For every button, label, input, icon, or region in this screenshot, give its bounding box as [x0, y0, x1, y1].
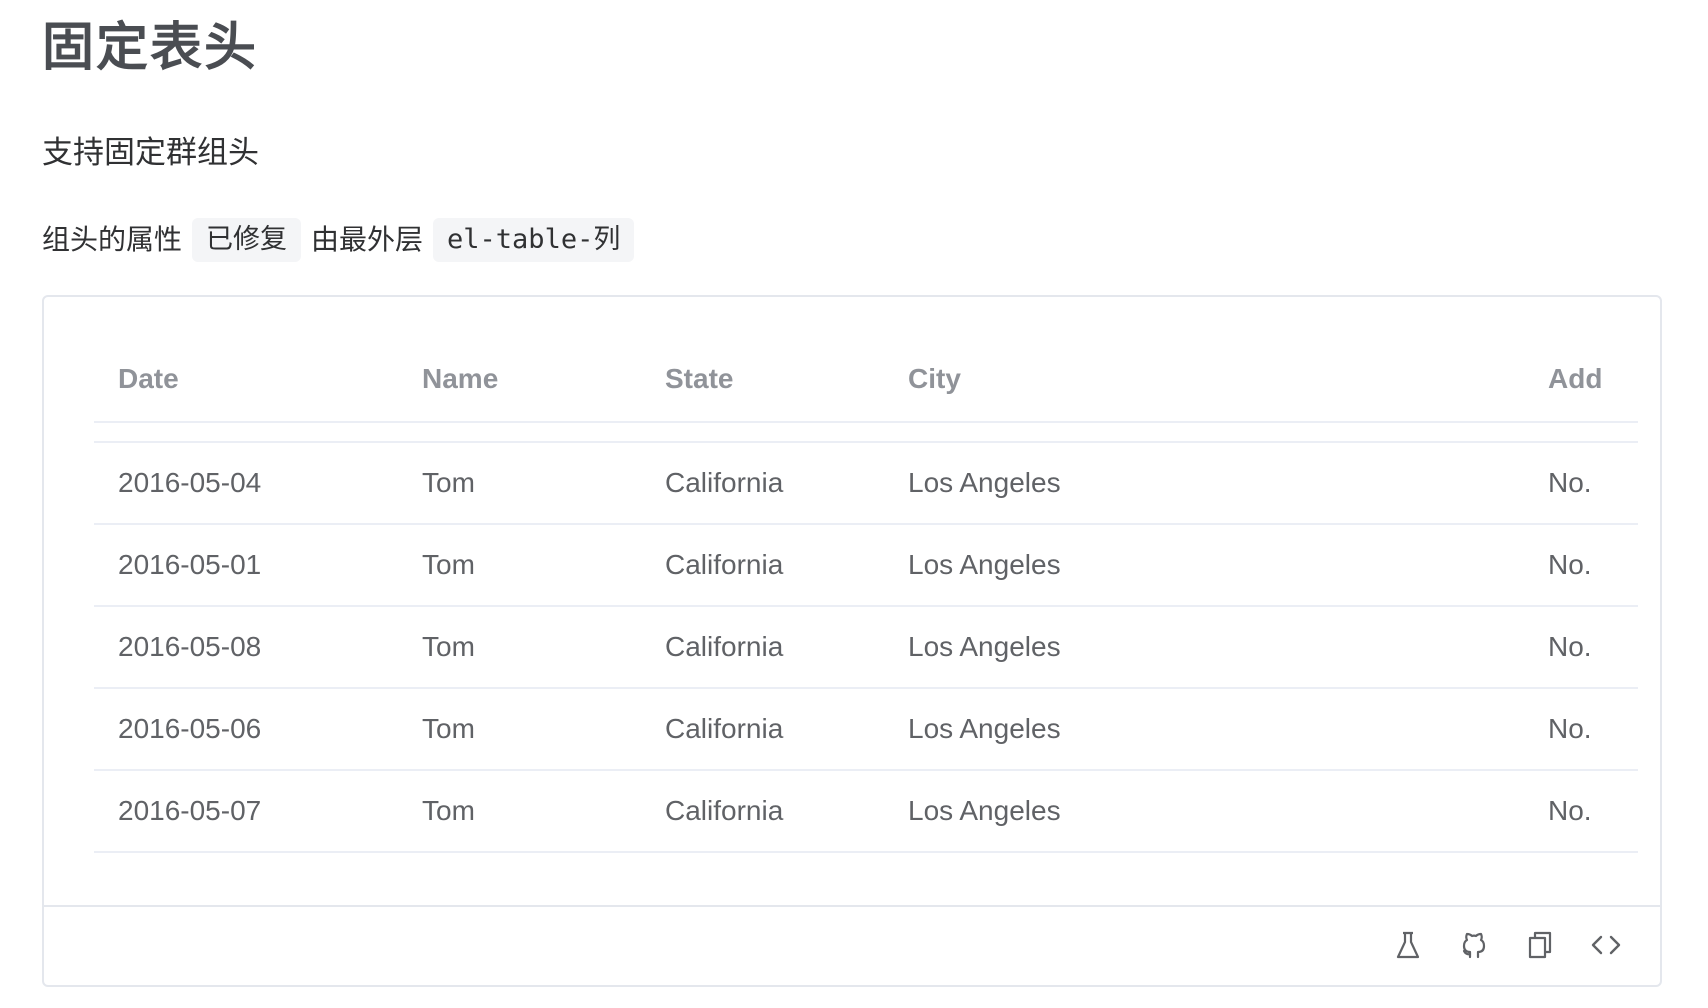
table-spacer-row	[94, 422, 1638, 443]
cell-city: Los Angeles	[908, 770, 1548, 853]
header-state: State	[665, 337, 908, 423]
cell-add: No.	[1548, 442, 1638, 525]
header-date: Date	[94, 337, 422, 423]
cell-name: Tom	[422, 606, 665, 689]
cell-add: No.	[1548, 770, 1638, 853]
cell-city: Los Angeles	[908, 524, 1548, 607]
header-name: Name	[422, 337, 665, 423]
cell-city: Los Angeles	[908, 606, 1548, 689]
demo-block: Date Name State City Add 2016-05-04 Tom …	[42, 295, 1662, 987]
spacer-cell	[94, 422, 1638, 443]
cell-state: California	[665, 688, 908, 771]
inline-code-fixed: 已修复	[192, 218, 302, 262]
github-icon[interactable]	[1456, 927, 1492, 963]
cell-name: Tom	[422, 770, 665, 853]
cell-add: No.	[1548, 606, 1638, 689]
table-row[interactable]: 2016-05-08 Tom California Los Angeles No…	[94, 606, 1638, 689]
cell-state: California	[665, 606, 908, 689]
table-row[interactable]: 2016-05-01 Tom California Los Angeles No…	[94, 524, 1638, 607]
cell-date: 2016-05-01	[94, 524, 422, 607]
table-header-row: Date Name State City Add	[94, 337, 1638, 423]
cell-add: No.	[1548, 688, 1638, 771]
header-add: Add	[1548, 337, 1638, 423]
table-container[interactable]: Date Name State City Add 2016-05-04 Tom …	[94, 337, 1638, 853]
cell-date: 2016-05-08	[94, 606, 422, 689]
cell-name: Tom	[422, 442, 665, 525]
desc-prefix: 组头的属性	[42, 223, 183, 256]
page-title: 固定表头	[42, 18, 259, 78]
table-row[interactable]: 2016-05-04 Tom California Los Angeles No…	[94, 442, 1638, 525]
table-row[interactable]: 2016-05-07 Tom California Los Angeles No…	[94, 770, 1638, 853]
cell-city: Los Angeles	[908, 688, 1548, 771]
footer-toolbar	[1390, 927, 1624, 963]
desc-middle: 由最外层	[311, 223, 424, 256]
cell-state: California	[665, 442, 908, 525]
code-icon[interactable]	[1588, 927, 1624, 963]
description: 组头的属性 已修复 由最外层 el-table-列	[42, 218, 644, 262]
cell-name: Tom	[422, 688, 665, 771]
page: 固定表头 支持固定群组头 组头的属性 已修复 由最外层 el-table-列 D…	[0, 0, 1708, 1008]
demo-footer	[44, 905, 1660, 987]
page-subtitle: 支持固定群组头	[42, 135, 259, 171]
cell-date: 2016-05-06	[94, 688, 422, 771]
cell-date: 2016-05-07	[94, 770, 422, 853]
cell-state: California	[665, 524, 908, 607]
table-row[interactable]: 2016-05-06 Tom California Los Angeles No…	[94, 688, 1638, 771]
cell-add: No.	[1548, 524, 1638, 607]
copy-icon[interactable]	[1522, 927, 1558, 963]
cell-state: California	[665, 770, 908, 853]
cell-name: Tom	[422, 524, 665, 607]
cell-date: 2016-05-04	[94, 442, 422, 525]
inline-code-column: el-table-列	[433, 218, 635, 262]
cell-city: Los Angeles	[908, 442, 1548, 525]
flask-icon[interactable]	[1390, 927, 1426, 963]
header-city: City	[908, 337, 1548, 423]
data-table: Date Name State City Add 2016-05-04 Tom …	[94, 337, 1638, 853]
